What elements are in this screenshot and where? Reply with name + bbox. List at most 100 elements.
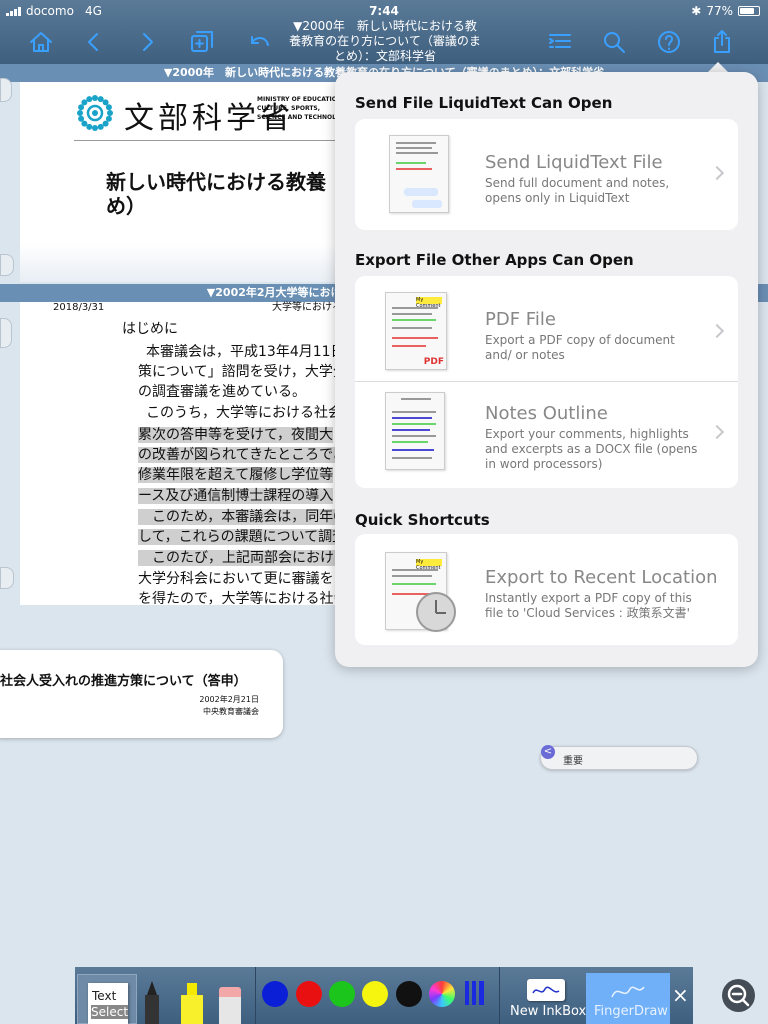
send-group: Send LiquidText File Send full document …: [355, 119, 738, 230]
search-icon[interactable]: [600, 28, 628, 56]
shortcuts-group: My Comment Export to Recent Location Ins…: [355, 534, 738, 645]
battery-icon: [738, 6, 760, 16]
inkbox-icon: [527, 979, 565, 1001]
document-line: 大学分科会において更に審議を: [138, 571, 334, 587]
document-title-text: 新しい時代における教養 め）: [106, 170, 326, 218]
zoom-out-button[interactable]: [722, 979, 755, 1012]
send-liquidtext-title: Send LiquidText File: [485, 152, 663, 173]
pdf-badge: PDF: [423, 357, 444, 367]
side-tab-2[interactable]: [0, 318, 12, 348]
send-liquidtext-desc: Send full document and notes, opens only…: [485, 176, 670, 205]
eraser-icon[interactable]: [219, 987, 241, 1024]
ministry-logo: [77, 95, 113, 131]
clock-icon: [416, 592, 456, 632]
color-swatch-blue[interactable]: [262, 981, 288, 1007]
title-line-3: とめ）：文部科学省: [333, 49, 436, 63]
bluetooth-icon: ✱: [691, 4, 702, 18]
document-line: 累次の答申等を受けて，夜間大: [138, 427, 334, 443]
title-line-1: ▼2000年 新しい時代における教: [293, 19, 477, 33]
toolbar-divider: [255, 967, 256, 1024]
toolbar-divider-2: [499, 967, 500, 1024]
export-group: My Comment PDF PDF File Export a PDF cop…: [355, 276, 738, 488]
finger-draw-button[interactable]: FingerDraw: [586, 973, 670, 1024]
pdf-file-desc: Export a PDF copy of document and/ or no…: [485, 333, 675, 362]
outline-tab-icon-2[interactable]: [0, 567, 14, 589]
document-line: を得たので，大学等における社会: [138, 591, 336, 607]
title-line-2: 養教育の在り方について（審議のま: [289, 34, 481, 48]
pdf-file-row[interactable]: My Comment PDF PDF File Export a PDF cop…: [355, 276, 738, 381]
document-line: はじめに: [122, 321, 178, 337]
color-swatch-black[interactable]: [396, 981, 422, 1007]
export-recent-title: Export to Recent Location: [485, 567, 718, 588]
zoom-out-icon: [727, 984, 750, 1007]
stroke-width-icon[interactable]: [465, 981, 469, 1005]
export-recent-desc: Instantly export a PDF copy of this file…: [485, 591, 692, 620]
share-icon[interactable]: [708, 28, 736, 56]
side-tab-1[interactable]: [0, 78, 12, 102]
liquidtext-file-thumbnail: [389, 135, 449, 213]
chevron-right-icon: [709, 323, 725, 339]
document-line: して，これらの課題について調査: [138, 527, 336, 547]
new-inkbox-button[interactable]: New InkBox: [509, 973, 589, 1024]
document-line: このたび，上記両部会における: [138, 548, 336, 568]
outline-tab-icon[interactable]: [0, 254, 14, 276]
section-send-header: Send File LiquidText Can Open: [355, 94, 613, 112]
color-swatch-green[interactable]: [329, 981, 355, 1007]
outline-icon[interactable]: [546, 28, 574, 56]
tag-label: 重要: [563, 756, 583, 767]
battery-percent: 77%: [706, 4, 733, 18]
share-popover: Send File LiquidText Can Open Send Liqui…: [335, 72, 758, 667]
finger-draw-icon: [611, 986, 645, 998]
section-export-header: Export File Other Apps Can Open: [355, 251, 634, 269]
notes-outline-row[interactable]: Notes Outline Export your comments, high…: [355, 382, 738, 488]
document-title[interactable]: ▼2000年 新しい時代における教 養教育の在り方について（審議のま とめ）：文…: [285, 19, 485, 64]
text-select-tool[interactable]: Text Select: [77, 974, 137, 1024]
add-window-icon[interactable]: [188, 28, 216, 56]
new-inkbox-label: New InkBox: [510, 1004, 587, 1019]
pen-icon[interactable]: [145, 981, 159, 1024]
document-line: の改善が図られてきたところであ: [138, 445, 336, 465]
pdf-thumbnail: My Comment PDF: [385, 292, 447, 370]
back-icon[interactable]: [80, 28, 108, 56]
notes-outline-title: Notes Outline: [485, 403, 608, 424]
card-org: 中央教育審議会: [203, 707, 259, 716]
notes-outline-thumbnail: [385, 392, 445, 470]
excerpt-card[interactable]: 社会人受入れの推進方策について（答申） 2002年2月21日 中央教育審議会: [0, 650, 283, 738]
highlighter-icon[interactable]: [181, 983, 203, 1024]
ministry-english-name: MINISTRY OF EDUCATION, CULTURE, SPORTS, …: [257, 96, 347, 121]
forward-icon[interactable]: [133, 28, 161, 56]
color-swatch-yellow[interactable]: [362, 981, 388, 1007]
document-line: このうち，大学等における社会: [146, 405, 336, 421]
finger-draw-label: FingerDraw: [594, 1004, 668, 1019]
color-swatch-red[interactable]: [296, 981, 322, 1007]
home-icon[interactable]: [27, 28, 55, 56]
tag-collapse-button[interactable]: <: [541, 745, 555, 759]
page-date: 2018/3/31: [53, 302, 105, 313]
page-fade: [20, 244, 336, 282]
tag-note[interactable]: < 重要: [540, 745, 698, 770]
send-liquidtext-row[interactable]: Send LiquidText File Send full document …: [355, 119, 738, 230]
document-line: 本審議会は，平成13年4月11日: [146, 344, 336, 360]
card-date: 2002年2月21日: [199, 695, 259, 704]
status-bar: docomo 4G 7:44 ✱ 77%: [0, 2, 768, 20]
notes-outline-desc: Export your comments, highlights and exc…: [485, 427, 698, 471]
select-tool-label: Select: [91, 1005, 129, 1019]
document-line: ース及び通信制博士課程の導入: [138, 488, 334, 504]
document-line: 修業年限を超えて履修し学位等: [138, 467, 334, 483]
undo-icon[interactable]: [246, 28, 274, 56]
text-tool-label: Text: [92, 989, 117, 1003]
header-divider: [74, 140, 336, 141]
clock: 7:44: [369, 4, 399, 18]
document-line: の調査審議を進めている。: [138, 384, 306, 400]
document-line: このため，本審議会は，同年6: [138, 507, 336, 527]
export-recent-row[interactable]: My Comment Export to Recent Location Ins…: [355, 534, 738, 645]
color-picker-icon[interactable]: [429, 981, 455, 1007]
card-title: 社会人受入れの推進方策について（答申）: [0, 674, 247, 689]
pdf-file-title: PDF File: [485, 309, 556, 330]
chevron-right-icon: [709, 424, 725, 440]
help-icon[interactable]: [655, 28, 683, 56]
document-line: 策について」諮問を受け，大学分: [138, 364, 336, 380]
page-header: 大学等における: [272, 302, 342, 313]
close-toolbar-icon[interactable]: ×: [672, 983, 689, 1007]
chevron-right-icon: [709, 165, 725, 181]
